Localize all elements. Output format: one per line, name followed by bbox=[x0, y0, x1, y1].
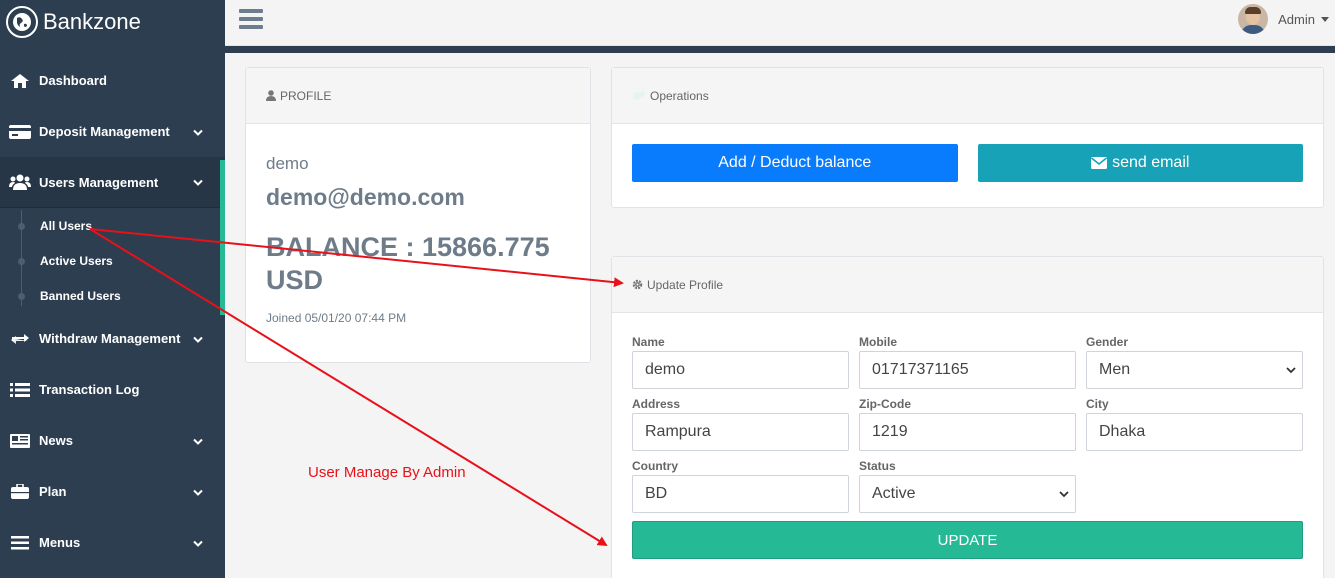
sidebar-item-label: News bbox=[39, 433, 73, 448]
chevron-down-icon bbox=[193, 175, 203, 190]
profile-title: PROFILE bbox=[280, 88, 332, 103]
sidebar-item-label: Transaction Log bbox=[39, 382, 140, 397]
home-icon bbox=[9, 73, 31, 88]
chevron-down-icon bbox=[1286, 361, 1296, 379]
profile-card-header: PROFILE bbox=[246, 68, 590, 124]
user-icon bbox=[266, 90, 276, 101]
profile-joined: Joined 05/01/20 07:44 PM bbox=[266, 311, 407, 325]
country-label: Country bbox=[632, 459, 678, 473]
profile-username: demo bbox=[266, 154, 309, 173]
gear-icon bbox=[632, 279, 643, 290]
header-strip bbox=[225, 46, 1335, 53]
users-icon bbox=[9, 174, 31, 190]
chevron-down-icon bbox=[193, 331, 203, 346]
user-name: Admin bbox=[1278, 11, 1315, 27]
sidebar-item-news[interactable]: News bbox=[0, 415, 225, 466]
gender-value: Men bbox=[1099, 361, 1131, 378]
cogs-icon bbox=[632, 90, 646, 102]
gender-label: Gender bbox=[1086, 335, 1129, 349]
envelope-icon bbox=[1091, 157, 1108, 169]
sidebar-item-label: Menus bbox=[39, 535, 81, 550]
users-submenu: All Users Active Users Banned Users bbox=[0, 208, 225, 313]
button-label: Add / Deduct balance bbox=[718, 154, 872, 171]
status-value: Active bbox=[872, 485, 916, 502]
profile-email: demo@demo.com bbox=[266, 184, 465, 210]
status-select[interactable]: Active bbox=[859, 475, 1076, 513]
topbar: Admin bbox=[225, 0, 1335, 46]
brand-name: Bankzone bbox=[43, 9, 141, 34]
sidebar-item-label: Deposit Management bbox=[39, 124, 170, 139]
operations-card: Operations Add / Deduct balance send ema… bbox=[611, 67, 1324, 208]
sidebar-subitem-all-users[interactable]: All Users bbox=[0, 208, 225, 243]
city-input[interactable]: Dhaka bbox=[1086, 413, 1303, 451]
update-profile-title: Update Profile bbox=[647, 277, 724, 292]
subitem-label: All Users bbox=[40, 218, 93, 233]
sidebar-item-label: Withdraw Management bbox=[39, 331, 181, 346]
sidebar-item-label: Plan bbox=[39, 484, 67, 499]
mobile-input[interactable]: 01717371165 bbox=[859, 351, 1076, 389]
credit-card-icon bbox=[9, 124, 31, 139]
sidebar-item-label: Users Management bbox=[39, 174, 159, 190]
send-email-button[interactable]: send email bbox=[977, 144, 1303, 182]
profile-balance: BALANCE : 15866.775 USD bbox=[266, 232, 550, 295]
zip-label: Zip-Code bbox=[859, 397, 911, 411]
bullet-icon bbox=[18, 292, 25, 300]
button-label: UPDATE bbox=[937, 531, 998, 549]
active-indicator bbox=[220, 160, 225, 315]
sidebar-item-dashboard[interactable]: Dashboard bbox=[0, 55, 225, 106]
name-label: Name bbox=[632, 335, 665, 349]
hamburger-icon[interactable] bbox=[239, 9, 263, 33]
update-profile-card: Update Profile Name demo Mobile 01717371… bbox=[611, 256, 1324, 578]
subitem-label: Active Users bbox=[40, 253, 113, 268]
sidebar-item-transaction-log[interactable]: Transaction Log bbox=[0, 364, 225, 415]
status-label: Status bbox=[859, 459, 896, 473]
annotation-text: User Manage By Admin bbox=[308, 464, 466, 481]
update-profile-form: Name demo Mobile 01717371165 Gender Men … bbox=[612, 313, 1323, 559]
sidebar-subitem-active-users[interactable]: Active Users bbox=[0, 243, 225, 278]
profile-card: PROFILE demo demo@demo.com BALANCE : 158… bbox=[245, 67, 591, 363]
button-label: send email bbox=[1112, 154, 1190, 171]
globe-icon bbox=[6, 6, 38, 38]
operations-card-header: Operations bbox=[612, 68, 1323, 124]
list-icon bbox=[9, 382, 31, 397]
sidebar-item-deposit-management[interactable]: Deposit Management bbox=[0, 106, 225, 157]
sidebar-nav: Dashboard Deposit Management Users Manag… bbox=[0, 55, 225, 568]
briefcase-icon bbox=[9, 484, 31, 499]
add-deduct-balance-button[interactable]: Add / Deduct balance bbox=[632, 144, 958, 182]
address-input[interactable]: Rampura bbox=[632, 413, 849, 451]
update-button[interactable]: UPDATE bbox=[632, 521, 1303, 559]
avatar bbox=[1238, 4, 1269, 34]
exchange-icon bbox=[9, 332, 31, 346]
bullet-icon bbox=[18, 222, 25, 230]
chevron-down-icon bbox=[193, 433, 203, 448]
address-label: Address bbox=[632, 397, 681, 411]
chevron-down-icon bbox=[193, 124, 203, 139]
brand[interactable]: Bankzone bbox=[0, 0, 225, 44]
sidebar-subitem-banned-users[interactable]: Banned Users bbox=[0, 278, 225, 313]
newspaper-icon bbox=[9, 433, 31, 448]
sidebar-item-label: Dashboard bbox=[39, 73, 107, 88]
mobile-label: Mobile bbox=[859, 335, 897, 349]
sidebar-item-menus[interactable]: Menus bbox=[0, 517, 225, 568]
name-input[interactable]: demo bbox=[632, 351, 849, 389]
user-menu[interactable]: Admin bbox=[1238, 4, 1329, 34]
update-profile-header: Update Profile bbox=[612, 257, 1323, 313]
zip-input[interactable]: 1219 bbox=[859, 413, 1076, 451]
country-input[interactable]: BD bbox=[632, 475, 849, 513]
gender-select[interactable]: Men bbox=[1086, 351, 1303, 389]
sidebar-item-plan[interactable]: Plan bbox=[0, 466, 225, 517]
city-label: City bbox=[1086, 397, 1109, 411]
sidebar: Bankzone Dashboard Deposit Management Us… bbox=[0, 0, 225, 578]
caret-down-icon bbox=[1321, 16, 1329, 22]
chevron-down-icon bbox=[193, 535, 203, 550]
chevron-down-icon bbox=[193, 484, 203, 499]
sidebar-item-withdraw-management[interactable]: Withdraw Management bbox=[0, 313, 225, 364]
sidebar-item-users-management[interactable]: Users Management bbox=[0, 157, 225, 208]
chevron-down-icon bbox=[1059, 485, 1069, 503]
bars-icon bbox=[9, 535, 31, 550]
operations-title: Operations bbox=[650, 88, 709, 103]
bullet-icon bbox=[18, 257, 25, 265]
subitem-label: Banned Users bbox=[40, 288, 121, 303]
